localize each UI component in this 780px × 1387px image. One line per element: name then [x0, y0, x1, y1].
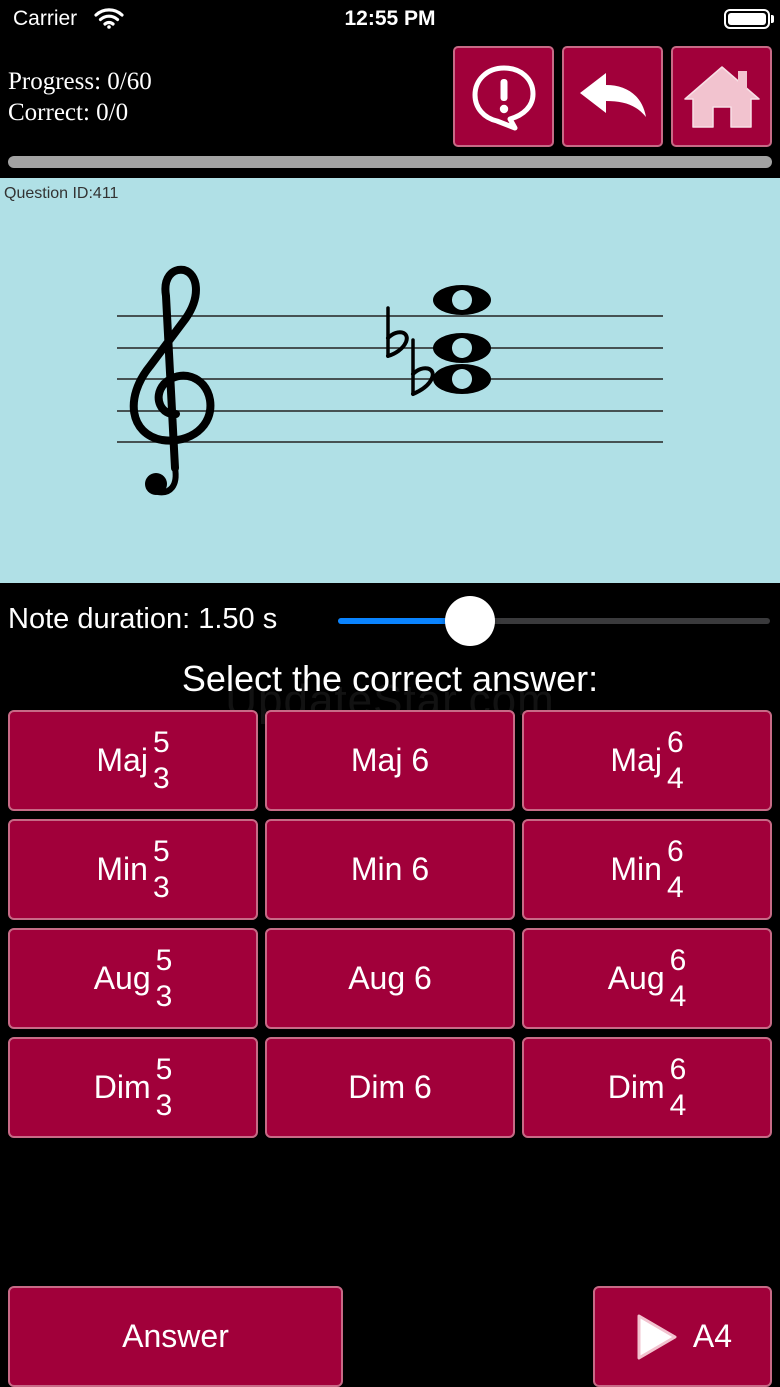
- stats-panel: Progress: 0/60 Correct: 0/0: [8, 66, 152, 128]
- figure-top: 5: [155, 943, 173, 977]
- answer-option-label: Maj 6: [350, 742, 430, 778]
- figure-top: 6: [669, 1052, 687, 1086]
- figure-top: 5: [152, 834, 170, 868]
- clock: 12:55 PM: [344, 7, 436, 30]
- figured-bass: 64: [667, 725, 684, 797]
- figure-bottom: 4: [666, 761, 684, 795]
- status-bar: Carrier 12:55 PM: [0, 0, 780, 40]
- whole-note-icon: [433, 364, 491, 394]
- answer-option[interactable]: Aug 6: [265, 928, 515, 1029]
- answer-button[interactable]: Answer: [8, 1286, 343, 1387]
- answer-option[interactable]: Dim 6: [265, 1037, 515, 1138]
- answer-option-label: Min 6: [350, 851, 430, 887]
- note-duration-label: Note duration: 1.50 s: [8, 603, 278, 635]
- report-button[interactable]: [453, 46, 554, 147]
- home-button[interactable]: [671, 46, 772, 147]
- alert-bubble-icon: [472, 65, 535, 130]
- prompt-text: Select the correct answer:: [181, 658, 599, 699]
- play-icon: [637, 1314, 677, 1359]
- answer-option-label: Aug: [93, 960, 151, 996]
- figured-bass: 53: [156, 1052, 173, 1124]
- answer-option[interactable]: Dim 5 3: [8, 1037, 258, 1138]
- answer-option-label: Min: [96, 851, 148, 887]
- figured-bass: 64: [670, 1052, 687, 1124]
- figure-bottom: 4: [666, 870, 684, 904]
- figure-top: 6: [666, 834, 684, 868]
- figure-bottom: 3: [155, 1088, 173, 1122]
- answer-option-label: Maj: [610, 742, 662, 778]
- whole-note-icon: [433, 285, 491, 315]
- answer-button-label: Answer: [122, 1318, 229, 1354]
- treble-clef-icon: [129, 265, 215, 496]
- correct-text: Correct: 0/0: [8, 99, 129, 126]
- answer-option-label: Maj: [96, 742, 148, 778]
- staff-panel: Question ID:411: [0, 178, 780, 583]
- answer-option[interactable]: Maj 6: [265, 710, 515, 811]
- figured-bass: 53: [153, 725, 170, 797]
- answer-option[interactable]: Maj 5 3: [8, 710, 258, 811]
- figure-top: 5: [155, 1052, 173, 1086]
- figured-bass: 64: [667, 834, 684, 906]
- answer-option-label: Aug: [607, 960, 665, 996]
- figure-top: 5: [152, 725, 170, 759]
- play-button[interactable]: A4: [593, 1286, 772, 1387]
- answer-option-label: Dim: [93, 1069, 151, 1105]
- answer-option[interactable]: Aug 5 3: [8, 928, 258, 1029]
- figured-bass: 64: [670, 943, 687, 1015]
- slider-thumb[interactable]: [445, 596, 495, 646]
- clef-tail-dot: [145, 473, 167, 495]
- battery-tip: [771, 15, 774, 23]
- play-button-label: A4: [692, 1318, 733, 1354]
- figure-bottom: 4: [669, 979, 687, 1013]
- answer-option[interactable]: Aug 6 4: [522, 928, 772, 1029]
- answer-option-label: Dim: [607, 1069, 665, 1105]
- answer-option-label: Aug 6: [348, 960, 432, 996]
- figure-bottom: 4: [669, 1088, 687, 1122]
- figure-bottom: 3: [155, 979, 173, 1013]
- figured-bass: 53: [153, 834, 170, 906]
- answer-option-label: Dim 6: [348, 1069, 432, 1105]
- answer-option[interactable]: Maj 6 4: [522, 710, 772, 811]
- answer-option[interactable]: Min 6: [265, 819, 515, 920]
- home-icon: [683, 65, 760, 128]
- note-duration-slider[interactable]: [338, 596, 770, 646]
- figure-bottom: 3: [152, 761, 170, 795]
- progress-text: Progress: 0/60: [8, 68, 152, 95]
- back-button[interactable]: [562, 46, 663, 147]
- progress-bar: [8, 156, 772, 168]
- answer-option[interactable]: Dim 6 4: [522, 1037, 772, 1138]
- battery-icon: [724, 9, 770, 29]
- back-arrow-icon: [579, 72, 646, 117]
- figure-top: 6: [666, 725, 684, 759]
- music-staff: [117, 265, 663, 496]
- answer-option[interactable]: Min 6 4: [522, 819, 772, 920]
- whole-note-icon: [433, 333, 491, 363]
- figure-top: 6: [669, 943, 687, 977]
- answer-option-label: Min: [610, 851, 662, 887]
- answer-option[interactable]: Min 5 3: [8, 819, 258, 920]
- figured-bass: 53: [156, 943, 173, 1015]
- figure-bottom: 3: [152, 870, 170, 904]
